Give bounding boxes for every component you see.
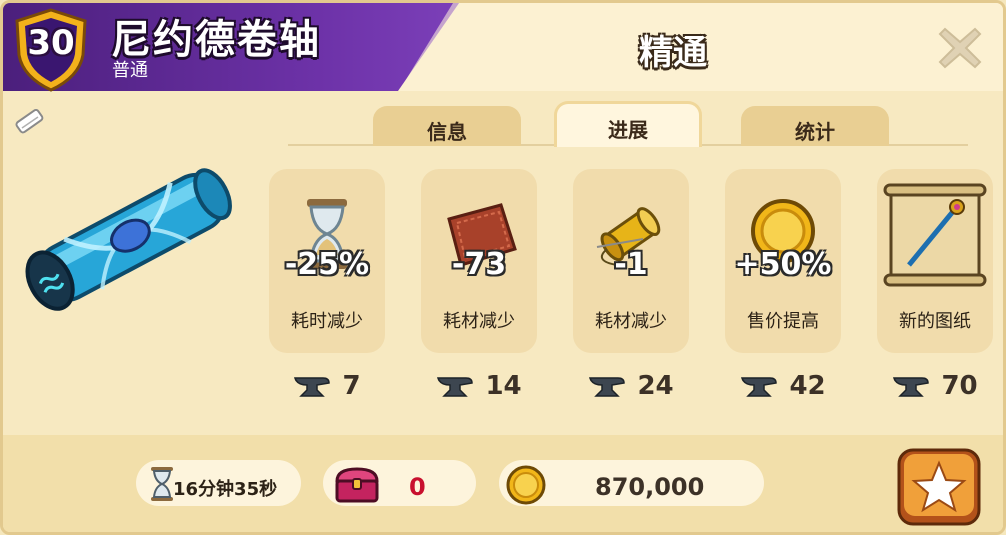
anvil-icon xyxy=(893,377,930,397)
milestone-value: -1 xyxy=(614,247,648,282)
milestone-card[interactable]: -25% 耗时减少 xyxy=(269,169,385,353)
milestone-card[interactable]: 新的图纸 xyxy=(877,169,993,353)
close-icon[interactable] xyxy=(937,25,983,71)
treasure-chest-icon xyxy=(335,467,379,503)
blueprint-scroll-small-icon[interactable] xyxy=(13,105,47,139)
crafting-panel: 30 尼约德卷轴 普通 精通 信息 进展 统计 -25% 耗时减少 -73 耗材… xyxy=(0,0,1006,535)
milestone-card[interactable]: -1 耗材减少 xyxy=(573,169,689,353)
requirement-count: 42 xyxy=(789,371,826,401)
milestone-requirement: 42 xyxy=(725,371,841,407)
milestone-value: -25% xyxy=(284,247,370,282)
milestone-requirement: 14 xyxy=(421,371,537,407)
requirement-count: 14 xyxy=(485,371,522,401)
milestone-value: +50% xyxy=(734,247,832,282)
item-rarity: 普通 xyxy=(112,60,148,81)
tab-info[interactable]: 信息 xyxy=(373,106,521,146)
niord-scroll-icon xyxy=(25,168,232,311)
anvil-icon xyxy=(741,377,778,397)
hourglass-small-icon xyxy=(151,467,173,501)
tab-progress[interactable]: 进展 xyxy=(554,101,702,147)
blueprint-scroll-icon xyxy=(883,183,987,287)
milestone-card[interactable]: -73 耗材减少 xyxy=(421,169,537,353)
milestone-requirement: 24 xyxy=(573,371,689,407)
level-number: 30 xyxy=(27,23,75,63)
anvil-icon xyxy=(294,377,331,397)
milestone-label: 新的图纸 xyxy=(899,311,971,332)
requirement-count: 24 xyxy=(637,371,674,401)
requirement-count: 7 xyxy=(342,371,361,401)
milestone-value: -73 xyxy=(451,247,507,282)
section-title: 精通 xyxy=(639,33,707,73)
milestone-label: 耗材减少 xyxy=(443,311,515,332)
craft-time: 16分钟35秒 xyxy=(173,479,278,500)
gold-amount: 870,000 xyxy=(595,473,705,501)
milestone-card[interactable]: +50% 售价提高 xyxy=(725,169,841,353)
milestone-label: 售价提高 xyxy=(747,311,819,332)
anvil-icon xyxy=(589,377,626,397)
anvil-icon xyxy=(437,377,474,397)
tab-stats[interactable]: 统计 xyxy=(741,106,889,146)
chest-count: 0 xyxy=(409,473,426,501)
favorite-star-button[interactable] xyxy=(896,447,982,527)
milestone-requirement: 70 xyxy=(877,371,993,407)
milestone-label: 耗材减少 xyxy=(595,311,667,332)
milestone-label: 耗时减少 xyxy=(291,311,363,332)
requirement-count: 70 xyxy=(941,371,978,401)
milestone-requirement: 7 xyxy=(269,371,385,407)
gold-coin-small-icon xyxy=(506,465,546,505)
